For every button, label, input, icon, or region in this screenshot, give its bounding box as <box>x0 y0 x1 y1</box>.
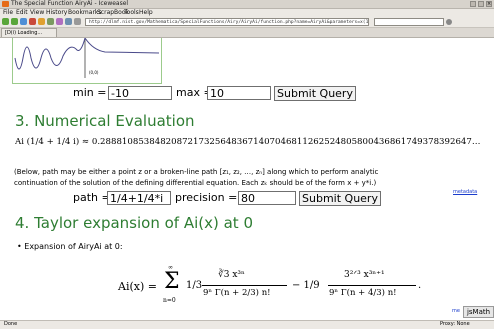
jsmath-button[interactable]: jsMath <box>463 306 494 318</box>
section-taylor-expansion-heading: 4. Taylor expansion of Ai(x) at 0 <box>15 214 253 232</box>
function-plot: (0,0) <box>12 38 162 84</box>
back-icon[interactable] <box>2 18 9 25</box>
home-icon[interactable] <box>38 18 45 25</box>
term2-fraction-bar <box>328 285 416 286</box>
menu-history[interactable]: History <box>46 9 67 17</box>
menu-edit[interactable]: Edit <box>16 9 28 17</box>
search-input[interactable] <box>374 18 444 26</box>
scrapbook-icon[interactable] <box>47 18 54 25</box>
sum-symbol: Σ <box>164 269 180 294</box>
term1-numerator: ∛3 x³ⁿ <box>218 270 245 280</box>
term1-coefficient: 1/3 <box>186 280 203 291</box>
metadata-link[interactable]: metadata <box>453 189 477 195</box>
max-input[interactable]: 10 <box>207 86 271 100</box>
forward-icon[interactable] <box>11 18 18 25</box>
tab-current[interactable]: [D(i) Loading... <box>1 28 57 37</box>
addon-icon[interactable] <box>56 18 63 25</box>
reload-icon[interactable] <box>20 18 27 25</box>
jsmath-me-link[interactable]: me <box>452 308 460 314</box>
term1-denominator: 9ⁿ Γ(n + 2/3) n! <box>203 288 271 298</box>
path-note-line1: (Below, path may be either a point z or … <box>14 168 379 176</box>
window-title: The Special Function AiryAi - Iceweasel <box>11 0 129 7</box>
menu-view[interactable]: View <box>30 9 44 17</box>
min-label: min = <box>73 86 107 99</box>
sum-lower-limit: n=0 <box>163 297 176 304</box>
path-label: path = <box>73 191 111 204</box>
term1-fraction-bar <box>202 285 287 286</box>
search-icon[interactable] <box>446 19 452 25</box>
menu-help[interactable]: Help <box>139 9 153 17</box>
path-note-line2: continuation of the solution of the defi… <box>14 179 377 187</box>
airy-curve <box>14 38 86 70</box>
formula-end-period: . <box>418 280 422 291</box>
path-input[interactable]: 1/4+1/4*i <box>107 191 171 205</box>
precision-label: precision = <box>175 191 238 204</box>
tab-bar <box>0 28 494 38</box>
url-bar[interactable]: http://dlmf.nist.gov/Mathematica/Special… <box>85 18 369 26</box>
menu-tools[interactable]: Tools <box>124 9 139 17</box>
stop-icon[interactable] <box>29 18 36 25</box>
numerical-value-expression: Ai (1/4 + 1/4 i) ≈ 0.2888108538482087217… <box>15 137 481 147</box>
expansion-bullet: • Expansion of AiryAi at 0: <box>17 242 123 251</box>
page-icon <box>74 18 81 25</box>
menu-file[interactable]: File <box>3 9 13 17</box>
term2-coefficient: − 1/9 <box>292 280 320 291</box>
status-text: Done <box>4 321 18 327</box>
term2-denominator: 9ⁿ Γ(n + 4/3) n! <box>329 288 397 298</box>
range-submit-button[interactable]: Submit Query <box>274 86 356 101</box>
bookmark-icon[interactable] <box>65 18 72 25</box>
airy-curve-decay <box>84 38 160 54</box>
precision-input[interactable]: 80 <box>238 191 296 205</box>
browser-app-icon <box>2 1 9 7</box>
window-titlebar: The Special Function AiryAi - Iceweasel … <box>0 0 494 9</box>
evaluate-submit-button[interactable]: Submit Query <box>299 191 381 206</box>
term2-numerator: 3²ᐟ³ x³ⁿ⁺¹ <box>344 270 385 280</box>
plot-canvas <box>14 38 160 78</box>
maximize-button[interactable] <box>478 1 484 7</box>
plot-axis-label: (0,0) <box>89 70 99 75</box>
close-window-button[interactable]: × <box>486 1 492 7</box>
minimize-button[interactable] <box>470 1 476 7</box>
expansion-bullet-text: Expansion of AiryAi at 0: <box>24 242 123 251</box>
menu-bar: File Edit View History Bookmarks ScrapBo… <box>0 9 494 17</box>
section-numerical-evaluation-heading: 3. Numerical Evaluation <box>15 112 195 130</box>
formula-lhs: Ai(x) = <box>118 280 157 293</box>
taylor-formula: Ai(x) = ∞ Σ n=0 1/3 ∛3 x³ⁿ 9ⁿ Γ(n + 2/3)… <box>118 264 468 312</box>
min-input[interactable]: -10 <box>108 86 172 100</box>
proxy-status[interactable]: Proxy: None <box>440 321 470 328</box>
